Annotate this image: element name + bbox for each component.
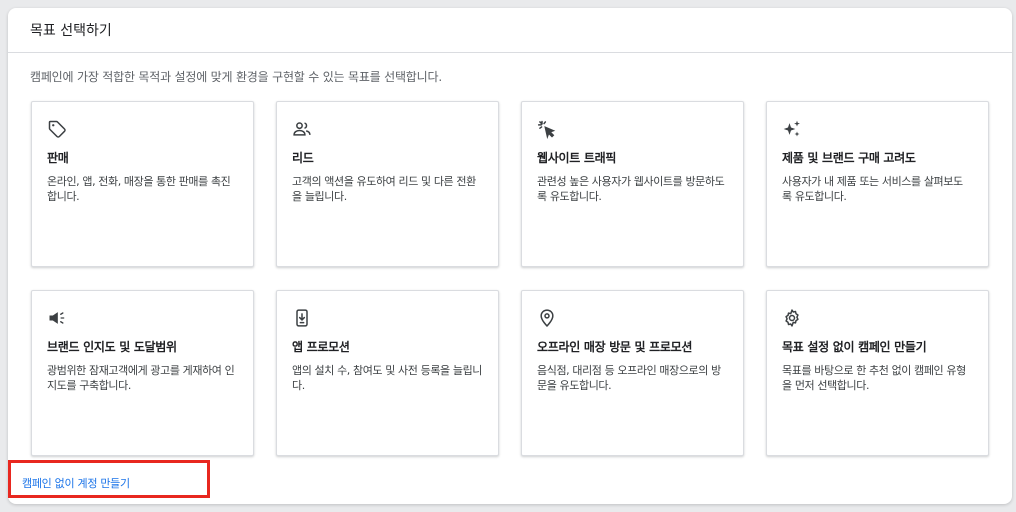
panel-subtitle: 캠페인에 가장 적합한 목적과 설정에 맞게 환경을 구현할 수 있는 목표를 … bbox=[30, 70, 442, 84]
goal-selection-panel: 목표 선택하기 캠페인에 가장 적합한 목적과 설정에 맞게 환경을 구현할 수… bbox=[8, 8, 1012, 504]
goal-card-title: 판매 bbox=[47, 151, 69, 165]
goal-card-title: 오프라인 매장 방문 및 프로모션 bbox=[537, 340, 693, 354]
goal-card-description: 앱의 설치 수, 참여도 및 사전 등록을 늘립니다. bbox=[292, 364, 483, 392]
people-icon bbox=[292, 119, 312, 139]
location-pin-icon bbox=[537, 308, 557, 328]
goal-card-title: 목표 설정 없이 캠페인 만들기 bbox=[782, 340, 927, 354]
goal-card-title: 앱 프로모션 bbox=[292, 340, 350, 354]
goal-card-sales[interactable]: 판매 온라인, 앱, 전화, 매장을 통한 판매를 촉진합니다. bbox=[31, 101, 254, 267]
create-account-without-campaign-link[interactable]: 캠페인 없이 계정 만들기 bbox=[22, 475, 130, 491]
goal-card-description: 광범위한 잠재고객에게 광고를 게재하여 인지도를 구축합니다. bbox=[47, 364, 235, 392]
phone-download-icon bbox=[292, 308, 312, 328]
goal-card-app-promotion[interactable]: 앱 프로모션 앱의 설치 수, 참여도 및 사전 등록을 늘립니다. bbox=[276, 290, 499, 456]
goal-card-description: 온라인, 앱, 전화, 매장을 통한 판매를 촉진합니다. bbox=[47, 175, 231, 203]
sparkle-icon bbox=[782, 119, 802, 139]
goal-card-description: 사용자가 내 제품 또는 서비스를 살펴보도록 유도합니다. bbox=[782, 175, 963, 203]
goal-card-description: 목표를 바탕으로 한 추천 없이 캠페인 유형을 먼저 선택합니다. bbox=[782, 364, 966, 392]
goal-card-description: 관련성 높은 사용자가 웹사이트를 방문하도록 유도합니다. bbox=[537, 175, 725, 203]
panel-title: 목표 선택하기 bbox=[8, 8, 1012, 53]
goal-card-website-traffic[interactable]: 웹사이트 트래픽 관련성 높은 사용자가 웹사이트를 방문하도록 유도합니다. bbox=[521, 101, 744, 267]
tag-icon bbox=[47, 119, 67, 139]
goal-card-consideration[interactable]: 제품 및 브랜드 구매 고려도 사용자가 내 제품 또는 서비스를 살펴보도록 … bbox=[766, 101, 989, 267]
goal-card-store-visits[interactable]: 오프라인 매장 방문 및 프로모션 음식점, 대리점 등 오프라인 매장으로의 … bbox=[521, 290, 744, 456]
goal-card-description: 음식점, 대리점 등 오프라인 매장으로의 방문을 유도합니다. bbox=[537, 364, 721, 392]
goal-card-title: 웹사이트 트래픽 bbox=[537, 151, 617, 165]
gear-icon bbox=[782, 308, 802, 328]
megaphone-icon bbox=[47, 308, 67, 328]
goal-card-leads[interactable]: 리드 고객의 액션을 유도하여 리드 및 다른 전환을 늘립니다. bbox=[276, 101, 499, 267]
goal-card-title: 리드 bbox=[292, 151, 314, 165]
goal-card-title: 브랜드 인지도 및 도달범위 bbox=[47, 340, 177, 354]
goal-card-no-goal[interactable]: 목표 설정 없이 캠페인 만들기 목표를 바탕으로 한 추천 없이 캠페인 유형… bbox=[766, 290, 989, 456]
goal-card-brand-awareness[interactable]: 브랜드 인지도 및 도달범위 광범위한 잠재고객에게 광고를 게재하여 인지도를… bbox=[31, 290, 254, 456]
highlight-box: 캠페인 없이 계정 만들기 bbox=[8, 460, 210, 498]
cursor-click-icon bbox=[537, 119, 557, 139]
goal-card-title: 제품 및 브랜드 구매 고려도 bbox=[782, 151, 916, 165]
goal-card-description: 고객의 액션을 유도하여 리드 및 다른 전환을 늘립니다. bbox=[292, 175, 476, 203]
